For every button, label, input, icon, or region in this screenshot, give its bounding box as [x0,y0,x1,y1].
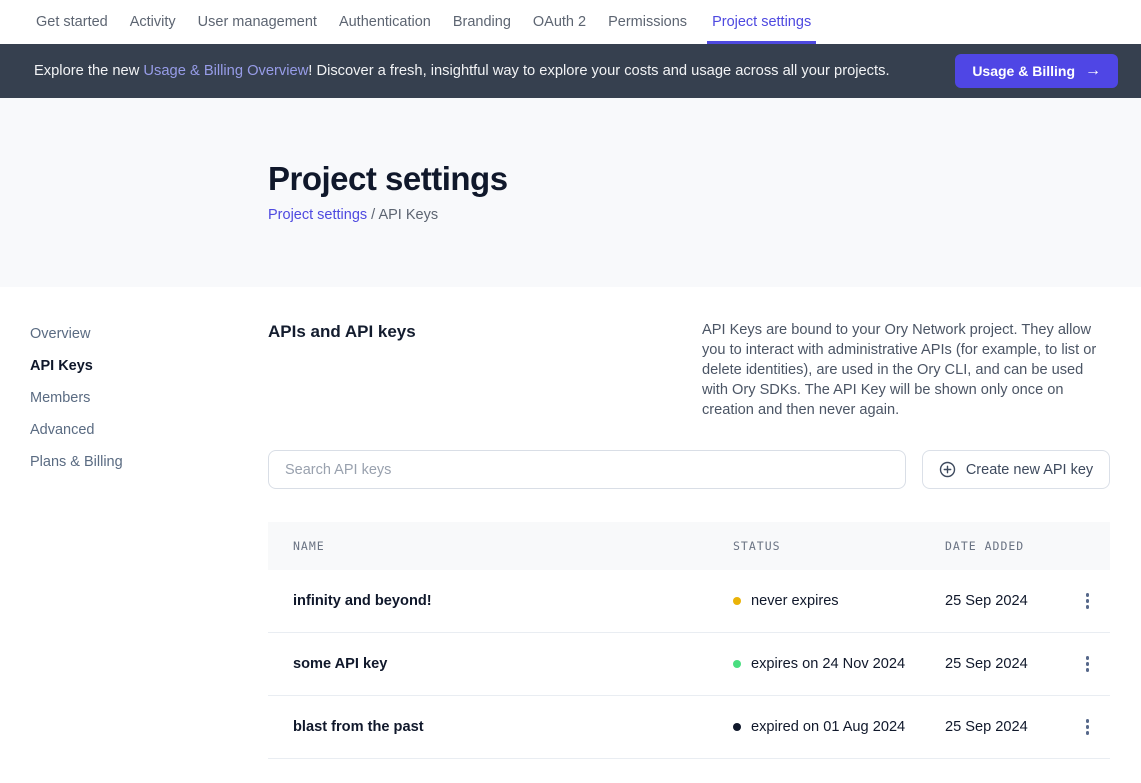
usage-billing-button[interactable]: Usage & Billing → [955,54,1118,88]
status-dot-icon [733,723,741,731]
topnav-item-user-management[interactable]: User management [196,0,319,44]
settings-sidebar: Overview API Keys Members Advanced Plans & B… [0,287,268,759]
sidebar-item-advanced[interactable]: Advanced [30,423,95,438]
api-keys-table: NAME STATUS DATE ADDED infinity and beyo… [268,522,1110,759]
status-text: never expires [751,593,839,609]
breadcrumb-link-project-settings[interactable]: Project settings [268,207,367,223]
topnav-item-permissions[interactable]: Permissions [606,0,689,44]
status-badge: expired on 01 Aug 2024 [733,719,945,735]
topnav-item-activity[interactable]: Activity [128,0,178,44]
api-key-name: some API key [268,656,733,672]
top-nav: Get started Activity User management Authen… [0,0,1141,44]
kebab-menu-icon[interactable] [1080,650,1096,678]
date-added: 25 Sep 2024 [945,719,1065,735]
page-header: Project settings Project settings / API … [0,98,1141,287]
section-header: APIs and API keys API Keys are bound to … [268,320,1110,420]
sidebar-item-plans-billing[interactable]: Plans & Billing [30,455,123,470]
column-header-status: STATUS [733,539,945,553]
table-body: infinity and beyond! never expires 25 Se… [268,570,1110,759]
table-row: infinity and beyond! never expires 25 Se… [268,570,1110,633]
main-panel: APIs and API keys API Keys are bound to … [268,287,1110,759]
table-controls: Create new API key [268,450,1110,489]
topnav-item-get-started[interactable]: Get started [34,0,110,44]
column-header-name: NAME [268,539,733,553]
table-row: some API key expires on 24 Nov 2024 25 S… [268,633,1110,696]
breadcrumb-current: API Keys [378,207,438,223]
status-text: expires on 24 Nov 2024 [751,656,905,672]
api-key-name: infinity and beyond! [268,593,733,609]
create-api-key-label: Create new API key [966,462,1093,478]
banner-text-prefix: Explore the new [34,63,143,79]
topnav-item-branding[interactable]: Branding [451,0,513,44]
status-badge: expires on 24 Nov 2024 [733,656,945,672]
table-header-row: NAME STATUS DATE ADDED [268,522,1110,570]
status-dot-icon [733,597,741,605]
date-added: 25 Sep 2024 [945,656,1065,672]
page-title: Project settings [268,160,1141,198]
section-description: API Keys are bound to your Ory Network p… [702,320,1110,420]
banner-message: Explore the new Usage & Billing Overview… [34,63,955,79]
status-badge: never expires [733,593,945,609]
breadcrumb: Project settings / API Keys [268,207,1141,223]
table-row: blast from the past expired on 01 Aug 20… [268,696,1110,759]
date-added: 25 Sep 2024 [945,593,1065,609]
content-area: Overview API Keys Members Advanced Plans & B… [0,287,1141,759]
search-input[interactable] [268,450,906,489]
arrow-right-icon: → [1085,63,1101,79]
banner-link[interactable]: Usage & Billing Overview [143,63,308,79]
column-header-date-added: DATE ADDED [945,539,1065,553]
breadcrumb-separator: / [367,207,378,223]
sidebar-item-overview[interactable]: Overview [30,327,90,342]
status-dot-icon [733,660,741,668]
topnav-item-project-settings[interactable]: Project settings [707,0,816,44]
sidebar-item-api-keys[interactable]: API Keys [30,359,93,374]
plus-circle-icon [939,461,956,478]
section-title: APIs and API keys [268,320,416,420]
topnav-item-oauth-2[interactable]: OAuth 2 [531,0,588,44]
kebab-menu-icon[interactable] [1080,713,1096,741]
promo-banner: Explore the new Usage & Billing Overview… [0,44,1141,98]
topnav-item-authentication[interactable]: Authentication [337,0,433,44]
api-key-name: blast from the past [268,719,733,735]
create-api-key-button[interactable]: Create new API key [922,450,1110,489]
usage-billing-button-label: Usage & Billing [972,63,1075,79]
sidebar-item-members[interactable]: Members [30,391,90,406]
banner-text-suffix: ! Discover a fresh, insightful way to ex… [308,63,889,79]
kebab-menu-icon[interactable] [1080,587,1096,615]
status-text: expired on 01 Aug 2024 [751,719,905,735]
